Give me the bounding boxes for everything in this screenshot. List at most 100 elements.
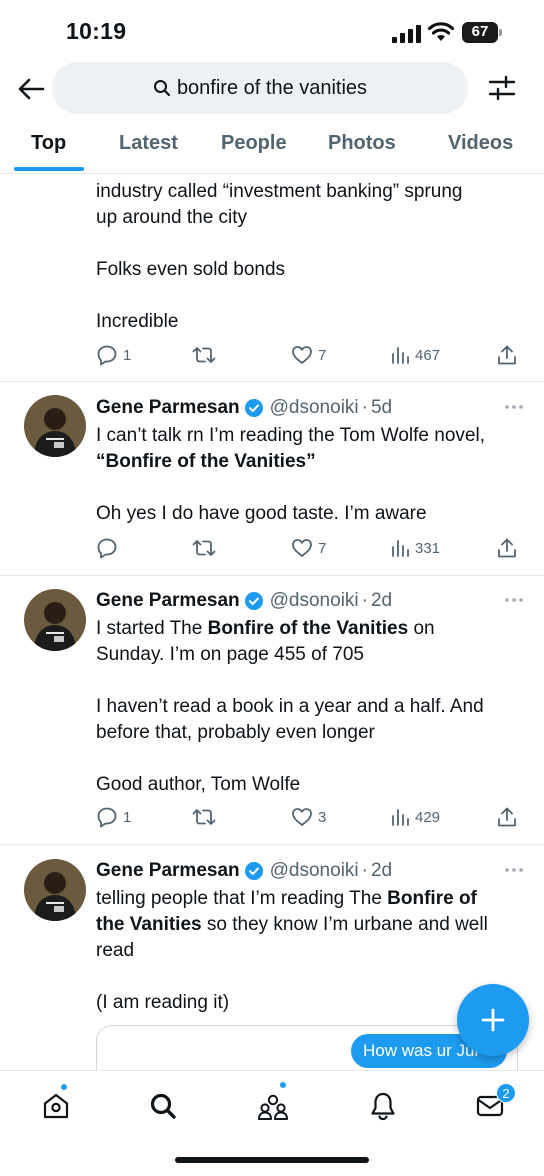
battery-nub: [499, 29, 502, 36]
views-button[interactable]: 429: [390, 805, 440, 829]
tweet-text-line: Good author, Tom Wolfe: [96, 774, 301, 795]
tab-videos[interactable]: Videos: [448, 132, 513, 155]
avatar[interactable]: [24, 395, 86, 457]
tab-latest[interactable]: Latest: [119, 132, 178, 155]
author-name[interactable]: Gene Parmesan: [96, 860, 240, 882]
bold-text-segment: Bonfire of: [387, 888, 477, 909]
repost-icon: [192, 347, 216, 363]
plus-icon: [481, 1008, 505, 1032]
view-count: 331: [415, 539, 441, 557]
avatar[interactable]: [24, 859, 86, 921]
separator-dot: ·: [361, 860, 368, 881]
battery-indicator: 67: [462, 22, 502, 43]
views-button[interactable]: 331: [390, 536, 440, 560]
tweet-text-line: I can’t talk rn I’m reading the Tom Wolf…: [96, 425, 485, 446]
like-button[interactable]: 7: [291, 536, 326, 560]
tweet-text-line: the Vanities so they know I’m urbane and…: [96, 912, 526, 938]
share-icon: [498, 345, 516, 365]
avatar[interactable]: [24, 589, 86, 651]
avatar-image: [24, 589, 86, 651]
compose-post-button[interactable]: [457, 984, 529, 1056]
tweet-actions: 7 331: [96, 536, 520, 560]
messages-badge: 2: [496, 1083, 516, 1103]
avatar-image: [24, 859, 86, 921]
separator-dot: ·: [361, 590, 368, 611]
reply-icon: [97, 807, 117, 828]
author-name[interactable]: Gene Parmesan: [96, 590, 240, 612]
search-input[interactable]: bonfire of the vanities: [52, 62, 468, 114]
tab-people[interactable]: People: [221, 132, 287, 155]
back-arrow-icon[interactable]: [16, 76, 46, 102]
share-button[interactable]: [497, 536, 517, 560]
tab-photos[interactable]: Photos: [328, 132, 396, 155]
tweet-divider: [0, 575, 544, 576]
author-name[interactable]: Gene Parmesan: [96, 397, 240, 419]
search-icon: [153, 79, 171, 97]
home-icon: [43, 1093, 69, 1119]
heart-icon: [292, 808, 312, 826]
nav-notifications[interactable]: [366, 1089, 400, 1123]
author-handle[interactable]: @dsonoiki: [270, 590, 359, 612]
more-options-icon[interactable]: [502, 858, 526, 882]
like-button[interactable]: 3: [291, 805, 326, 829]
search-query-text: bonfire of the vanities: [176, 76, 368, 99]
search-results-feed: industry called “investment banking” spr…: [0, 175, 544, 1070]
search-tabs: Top Latest People Photos Videos: [0, 122, 544, 174]
nav-communities[interactable]: [256, 1089, 290, 1123]
search-header: bonfire of the vanities: [0, 62, 544, 118]
share-button[interactable]: [497, 343, 517, 367]
author-handle[interactable]: @dsonoiki: [270, 397, 359, 419]
share-button[interactable]: [497, 805, 517, 829]
reply-button[interactable]: 1: [96, 343, 131, 367]
more-options-icon[interactable]: [502, 395, 526, 419]
author-handle[interactable]: @dsonoiki: [270, 860, 359, 882]
nav-home[interactable]: [39, 1089, 73, 1123]
tweet-time: 5d: [370, 397, 393, 418]
communities-notification-dot: [279, 1081, 287, 1089]
nav-search[interactable]: [146, 1089, 180, 1123]
views-bar-chart-icon: [392, 347, 409, 364]
reply-button[interactable]: [96, 536, 118, 560]
verified-badge-icon: [244, 861, 264, 881]
bell-icon: [371, 1092, 395, 1121]
tweet-actions: 1 3 429: [96, 805, 520, 829]
like-button[interactable]: 7: [291, 343, 326, 367]
reply-count: 1: [123, 808, 132, 826]
views-button[interactable]: 467: [390, 343, 440, 367]
tweet-divider: [0, 381, 544, 382]
verified-badge-icon: [244, 398, 264, 418]
reply-icon: [97, 345, 117, 366]
wifi-icon: [427, 22, 455, 41]
more-options-icon[interactable]: [502, 588, 526, 612]
tweet-header: Gene Parmesan @dsonoiki · 2d: [96, 858, 526, 884]
text-segment: telling people that I’m reading The: [96, 888, 388, 909]
like-count: 7: [318, 346, 327, 364]
reply-count: 1: [123, 346, 132, 364]
tweet-text-line: I started The Bonfire of the Vanities on: [96, 616, 526, 642]
status-time: 10:19: [66, 18, 127, 44]
tweet-text-line: “Bonfire of the Vanities”: [96, 451, 316, 472]
avatar-image: [24, 395, 86, 457]
communities-icon: [258, 1094, 288, 1120]
home-notification-dot: [60, 1083, 68, 1091]
tweet-text-line: telling people that I’m reading The Bonf…: [96, 886, 526, 912]
bold-text-segment: Bonfire of the Vanities: [207, 618, 409, 639]
repost-button[interactable]: [192, 805, 216, 829]
repost-button[interactable]: [192, 536, 216, 560]
tweet-text-line: Sunday. I’m on page 455 of 705: [96, 644, 364, 665]
verified-badge-icon: [244, 591, 264, 611]
repost-button[interactable]: [192, 343, 216, 367]
tweet-divider: [0, 844, 544, 845]
view-count: 429: [415, 808, 441, 826]
reply-button[interactable]: 1: [96, 805, 131, 829]
filter-settings-icon[interactable]: [488, 75, 516, 101]
views-bar-chart-icon: [392, 809, 409, 826]
share-icon: [498, 538, 516, 558]
text-segment: on: [408, 618, 435, 639]
like-count: 7: [318, 539, 327, 557]
tweet-time: 2d: [370, 860, 393, 881]
tab-top[interactable]: Top: [31, 132, 66, 155]
views-bar-chart-icon: [392, 540, 409, 557]
tweet-text-line: Incredible: [96, 311, 179, 332]
tweet-text-line: Oh yes I do have good taste. I’m aware: [96, 503, 427, 524]
